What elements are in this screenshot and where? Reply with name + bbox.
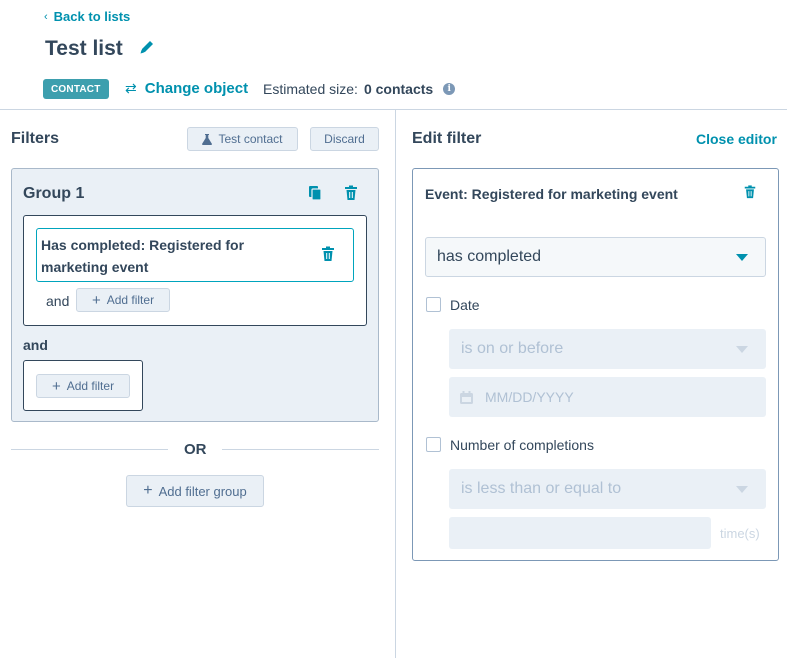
test-contact-button[interactable]: Test contact: [187, 127, 298, 151]
completions-condition-value: is less than or equal to: [461, 480, 622, 497]
info-icon[interactable]: i: [443, 83, 456, 95]
or-divider-left: [11, 449, 168, 450]
swap-icon: ⇄: [125, 80, 137, 96]
plus-icon: +: [91, 291, 101, 309]
date-condition-value: is on or before: [461, 340, 564, 357]
trash-icon[interactable]: [743, 185, 757, 199]
completion-select[interactable]: has completed: [425, 237, 766, 277]
or-divider-right: [222, 449, 379, 450]
add-filter-label: Add filter: [106, 293, 155, 307]
group-title: Group 1: [23, 185, 85, 202]
event-title: Event: Registered for marketing event: [425, 186, 678, 202]
add-filter-label: Add filter: [66, 379, 115, 393]
date-input-placeholder: MM/DD/YYYY: [485, 389, 574, 405]
trash-icon[interactable]: [343, 185, 359, 201]
add-filter-button[interactable]: + Add filter: [36, 374, 130, 398]
completions-condition-select: is less than or equal to: [449, 469, 766, 509]
and-label: and: [23, 337, 48, 353]
add-filter-group-button[interactable]: + Add filter group: [126, 475, 264, 507]
date-label: Date: [450, 297, 480, 313]
filters-title: Filters: [11, 130, 60, 147]
flask-icon: [202, 133, 213, 145]
discard-button[interactable]: Discard: [310, 127, 379, 151]
copy-icon[interactable]: [307, 185, 323, 201]
completions-label: Number of completions: [450, 437, 594, 453]
and-label: and: [46, 293, 70, 309]
chevron-left-icon: ‹: [44, 10, 48, 23]
add-filter-group-label: Add filter group: [158, 483, 247, 499]
add-filter-button[interactable]: + Add filter: [76, 288, 170, 312]
plus-icon: +: [143, 482, 153, 499]
test-contact-label: Test contact: [218, 132, 283, 146]
pencil-icon[interactable]: [138, 38, 156, 56]
trash-icon[interactable]: [320, 246, 336, 262]
object-badge: CONTACT: [43, 79, 109, 99]
or-label: OR: [184, 441, 207, 458]
estimated-size-value: 0 contacts: [363, 81, 434, 97]
caret-down-icon: [736, 346, 748, 353]
times-suffix: time(s): [720, 526, 760, 541]
page-title: Test list: [45, 37, 123, 60]
calendar-icon: [460, 390, 473, 404]
edit-filter-title: Edit filter: [412, 130, 482, 147]
filter-text: Has completed: Registered for marketing …: [41, 237, 245, 275]
header-divider: [0, 109, 787, 110]
plus-icon: +: [51, 377, 61, 395]
completions-checkbox[interactable]: [426, 437, 441, 452]
estimated-size-label: Estimated size:: [263, 81, 358, 97]
change-object-label: Change object: [144, 80, 249, 97]
completions-number-input: [449, 517, 711, 549]
change-object-button[interactable]: ⇄ Change object: [125, 80, 248, 97]
estimated-size: Estimated size: 0 contacts i: [263, 81, 456, 97]
back-to-lists-label: Back to lists: [53, 9, 131, 24]
caret-down-icon: [736, 486, 748, 493]
discard-label: Discard: [324, 132, 365, 146]
back-to-lists-link[interactable]: ‹ Back to lists: [44, 9, 130, 24]
close-editor-link[interactable]: Close editor: [696, 131, 777, 147]
date-input: MM/DD/YYYY: [449, 377, 766, 417]
caret-down-icon: [736, 254, 748, 261]
date-condition-select: is on or before: [449, 329, 766, 369]
date-checkbox[interactable]: [426, 297, 441, 312]
panel-divider: [395, 110, 396, 658]
completion-select-value: has completed: [437, 248, 542, 265]
